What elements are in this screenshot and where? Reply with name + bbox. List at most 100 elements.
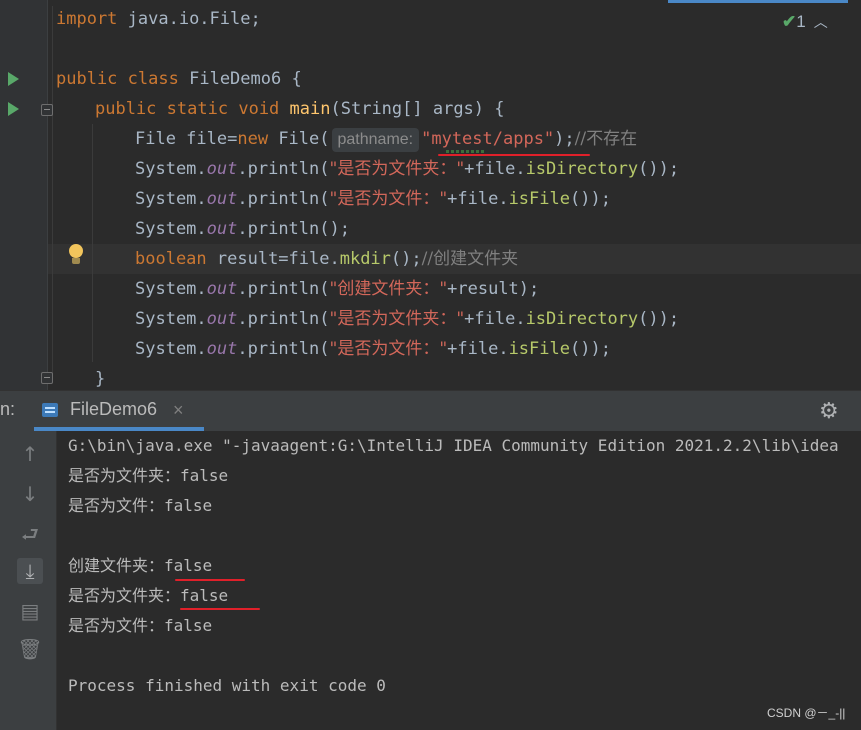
code-line-11: System.out.println("是否为文件夹："+file.isDire…	[135, 304, 679, 334]
indent-guide	[52, 6, 53, 376]
code-text: System.	[135, 189, 207, 209]
up-arrow-icon[interactable]: ↑	[17, 441, 43, 467]
console-label: 创建文件夹：	[68, 556, 165, 575]
lightbulb-icon[interactable]	[68, 244, 84, 266]
keyword: class	[127, 69, 179, 89]
method-call: isFile	[508, 189, 570, 209]
code-text: +file.	[464, 309, 526, 329]
gear-icon[interactable]: ⚙	[819, 399, 839, 424]
console-exit-line: Process finished with exit code 0	[68, 676, 386, 695]
down-arrow-icon[interactable]: ↓	[17, 481, 43, 507]
keyword: void	[238, 99, 280, 119]
code-line-9: boolean result=file.mkdir();//创建文件夹	[135, 244, 518, 274]
method-call: isFile	[508, 339, 570, 359]
console-value: false	[180, 466, 229, 485]
check-icon: ✔	[782, 12, 797, 31]
field: out	[206, 159, 238, 179]
method-name: main	[289, 99, 331, 119]
field: out	[206, 309, 238, 329]
method-call: mkdir	[339, 249, 391, 269]
gutter-divider	[47, 0, 48, 390]
field: out	[206, 189, 238, 209]
keyword: static	[166, 99, 229, 119]
scroll-to-end-icon[interactable]: ⤓	[17, 558, 43, 584]
code-line-10: System.out.println("创建文件夹："+result);	[135, 274, 539, 304]
code-text: ();	[390, 249, 422, 269]
string-literal: "是否为文件夹："	[329, 309, 465, 329]
close-icon[interactable]: ×	[173, 400, 184, 421]
code-text: ());	[569, 339, 611, 359]
code-text: +file.	[447, 189, 509, 209]
code-line-12: System.out.println("是否为文件："+file.isFile(…	[135, 334, 611, 364]
code-line-6: System.out.println("是否为文件夹："+file.isDire…	[135, 154, 679, 184]
code-text: ());	[638, 159, 680, 179]
class-name: FileDemo6	[189, 69, 282, 89]
code-text: System.	[135, 159, 207, 179]
code-text: ());	[569, 189, 611, 209]
spell-check-underline	[446, 150, 486, 153]
editor-gutter	[0, 0, 48, 390]
red-annotation-underline	[180, 608, 260, 610]
code-line-3: public class FileDemo6 {	[56, 64, 302, 94]
print-icon[interactable]: ▤	[17, 598, 43, 624]
comment: //创建文件夹	[421, 249, 519, 269]
chevron-up-icon[interactable]: ︿	[814, 14, 828, 30]
keyword: new	[237, 129, 269, 149]
code-text: System.	[135, 309, 207, 329]
code-text: java.io.File;	[117, 9, 261, 29]
method-call: isDirectory	[525, 309, 639, 329]
code-text: (String[] args) {	[330, 99, 505, 119]
console-command-line: G:\bin\java.exe "-javaagent:G:\IntelliJ …	[68, 436, 839, 455]
run-class-icon[interactable]	[8, 72, 19, 86]
code-text: .println(	[237, 279, 330, 299]
code-text: result=file.	[206, 249, 340, 269]
string-literal: "是否为文件："	[329, 339, 448, 359]
watermark: CSDN @－_-||	[767, 706, 846, 720]
field: out	[206, 279, 238, 299]
code-text: {	[281, 69, 302, 89]
string-literal: "mytest/apps"	[421, 129, 555, 149]
fold-icon[interactable]	[41, 104, 53, 116]
keyword: boolean	[135, 249, 207, 269]
parameter-hint: pathname:	[331, 128, 420, 152]
code-text: System.	[135, 219, 207, 239]
console-output-line: 是否为文件：false	[68, 611, 212, 641]
console-value: false	[164, 556, 213, 575]
code-text: .println(	[237, 339, 330, 359]
keyword: import	[56, 9, 118, 29]
run-toolbar: ↑ ↓ ⮐ ⤓ ▤ 🗑	[0, 431, 57, 730]
code-text: +file.	[447, 339, 509, 359]
console-value: false	[180, 586, 229, 605]
inspection-widget[interactable]: ✔1 ︿	[782, 12, 828, 32]
run-tool-header: n: FileDemo6 × ⚙	[0, 390, 861, 431]
console-label: 是否为文件：	[68, 496, 165, 515]
code-text: }	[95, 369, 106, 389]
console-label: 是否为文件夹：	[68, 466, 181, 485]
code-line-13: }	[95, 364, 105, 390]
soft-wrap-icon[interactable]: ⮐	[17, 521, 43, 547]
code-line-1: import java.io.File;	[56, 4, 261, 34]
indent-guide	[92, 124, 93, 362]
string-literal: "创建文件夹："	[329, 279, 448, 299]
code-text: System.	[135, 339, 207, 359]
code-text: +file.	[464, 159, 526, 179]
console-output-line: 创建文件夹：false	[68, 551, 212, 581]
run-tab-filedemo6[interactable]: FileDemo6 ×	[34, 391, 204, 431]
inspection-count: 1	[796, 12, 806, 31]
code-editor[interactable]: ✔1 ︿ import java.io.File; public class Fi…	[0, 0, 861, 390]
code-line-7: System.out.println("是否为文件："+file.isFile(…	[135, 184, 611, 214]
run-main-icon[interactable]	[8, 102, 19, 116]
keyword: public	[56, 69, 118, 89]
run-window-label: n:	[0, 399, 16, 419]
code-text: .println(	[237, 309, 330, 329]
keyword: public	[95, 99, 157, 119]
fold-icon[interactable]	[41, 372, 53, 384]
method-call: isDirectory	[525, 159, 639, 179]
field: out	[206, 339, 238, 359]
trash-icon[interactable]: 🗑	[17, 636, 43, 662]
code-text: File file=	[135, 129, 238, 149]
editor-tab-indicator	[668, 0, 848, 3]
run-tab-label: FileDemo6	[70, 399, 158, 419]
console-label: 是否为文件：	[68, 616, 165, 635]
string-literal: "是否为文件夹："	[329, 159, 465, 179]
